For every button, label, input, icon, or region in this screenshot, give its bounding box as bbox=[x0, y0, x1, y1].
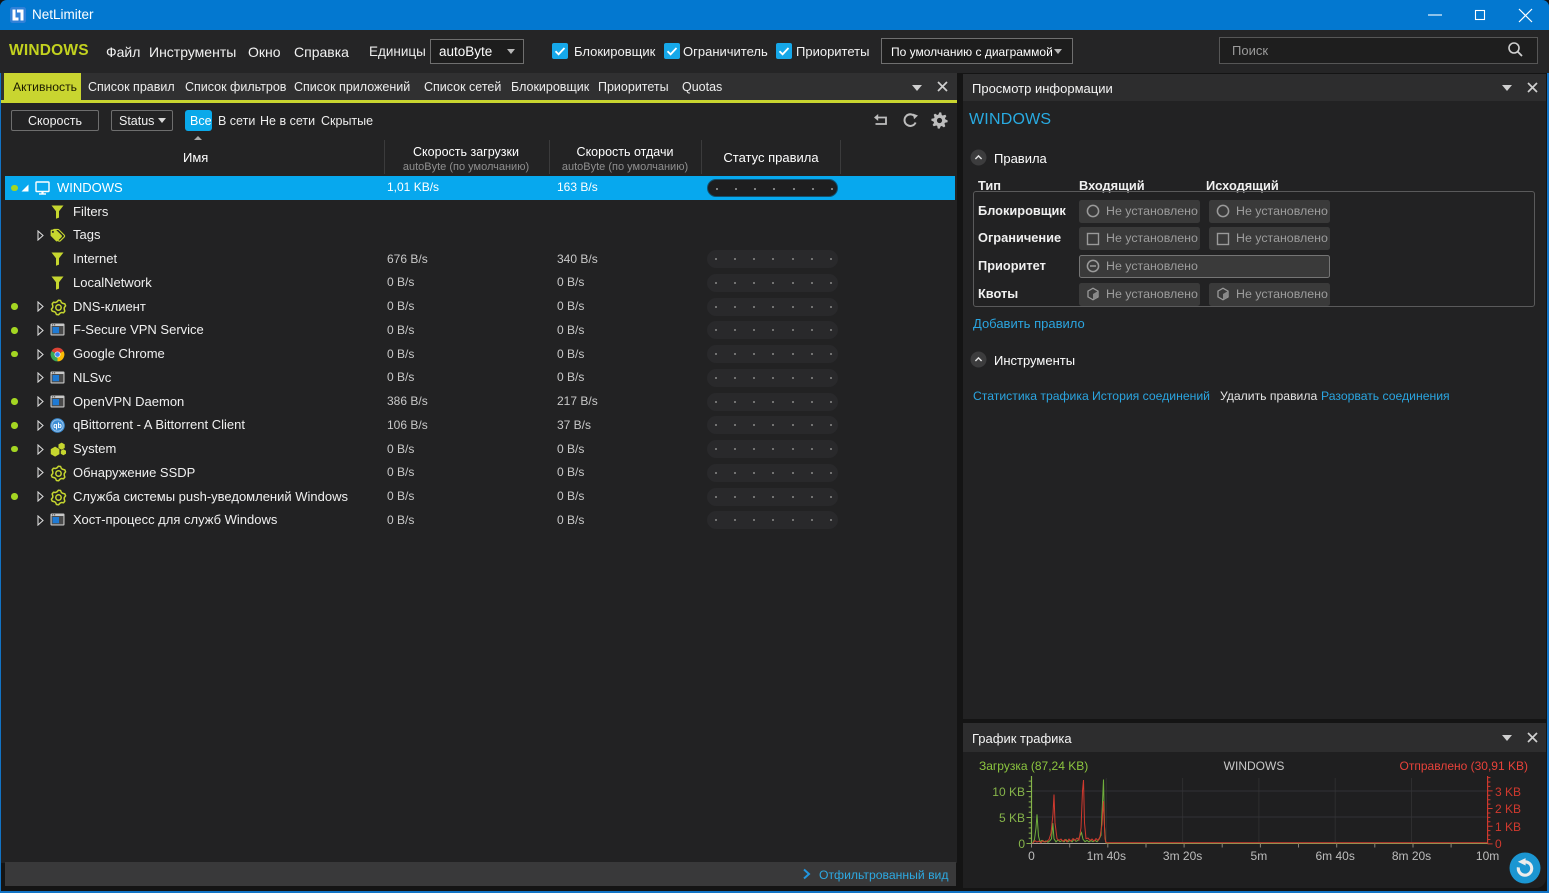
svg-text:qb: qb bbox=[53, 423, 62, 430]
